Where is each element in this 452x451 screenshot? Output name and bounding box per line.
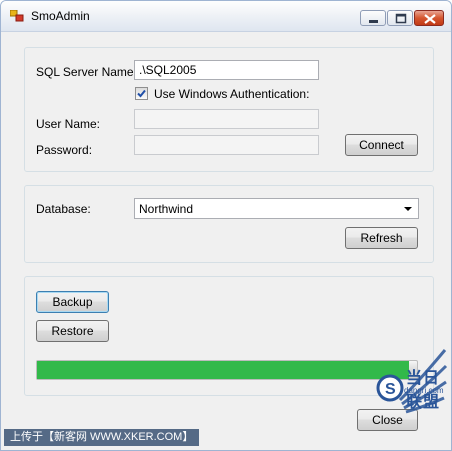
- refresh-button[interactable]: Refresh: [345, 227, 418, 249]
- close-window-button[interactable]: [414, 10, 444, 26]
- restore-button[interactable]: Restore: [36, 320, 109, 342]
- minimize-icon: [369, 20, 378, 23]
- database-group: [24, 185, 434, 263]
- server-name-label: SQL Server Name:: [36, 65, 137, 79]
- watermark-brand-sub: dangri.com: [404, 386, 444, 395]
- checkmark-icon: [137, 89, 146, 98]
- database-selected-value: Northwind: [139, 202, 194, 216]
- dropdown-arrow-icon[interactable]: [404, 207, 412, 211]
- windows-auth-label: Use Windows Authentication:: [154, 87, 310, 101]
- maximize-button[interactable]: [387, 10, 413, 26]
- backup-button[interactable]: Backup: [36, 291, 109, 313]
- user-name-label: User Name:: [36, 117, 101, 131]
- database-label: Database:: [36, 202, 91, 216]
- password-input[interactable]: [134, 135, 319, 155]
- password-label: Password:: [36, 143, 93, 157]
- connect-button[interactable]: Connect: [345, 134, 418, 156]
- database-select[interactable]: Northwind: [134, 198, 419, 219]
- maximize-icon: [395, 13, 407, 24]
- user-name-input[interactable]: [134, 109, 319, 129]
- close-icon: [424, 14, 436, 24]
- progress-bar-fill: [37, 361, 410, 379]
- svg-text:S: S: [385, 381, 396, 398]
- watermark-bar: 上传于【新客网 WWW.XKER.COM】: [4, 429, 200, 446]
- title-bar[interactable]: SmoAdmin: [1, 1, 451, 32]
- server-name-input[interactable]: [134, 60, 319, 80]
- window-title: SmoAdmin: [31, 9, 90, 23]
- minimize-button[interactable]: [360, 10, 386, 26]
- app-icon: [10, 10, 24, 22]
- windows-auth-checkbox[interactable]: [135, 87, 148, 100]
